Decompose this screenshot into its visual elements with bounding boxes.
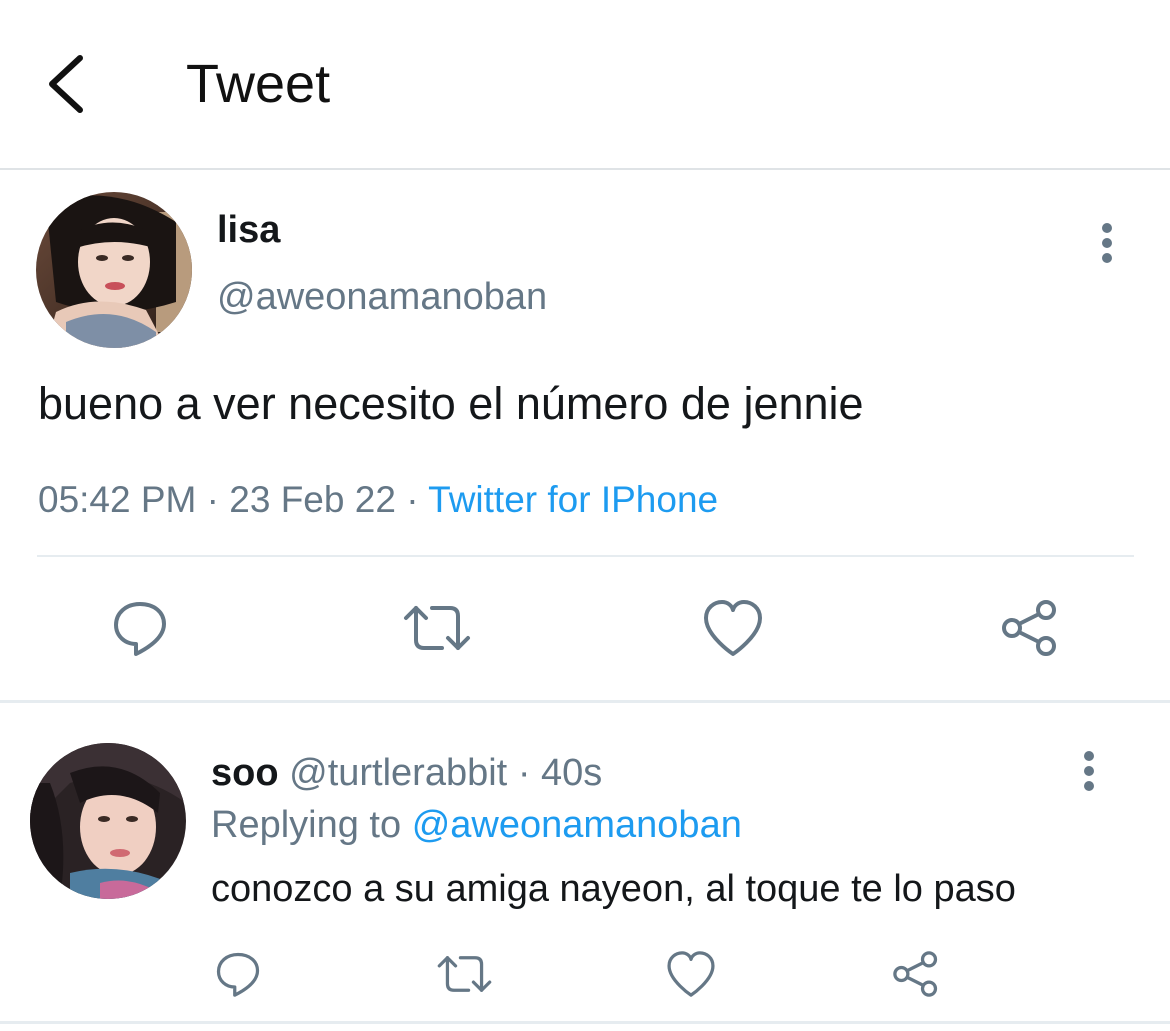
meta-separator: · — [206, 479, 219, 520]
divider — [37, 555, 1134, 557]
author-name[interactable]: lisa — [217, 208, 280, 252]
reply-icon — [216, 952, 260, 997]
top-bar: Tweet — [0, 0, 1170, 170]
reply-button[interactable] — [108, 596, 172, 665]
share-icon — [893, 951, 938, 997]
more-vertical-icon — [1102, 223, 1112, 263]
reply-retweet-button[interactable] — [436, 948, 493, 1005]
replying-to-link[interactable]: @aweonamanoban — [412, 804, 742, 846]
retweet-icon — [404, 606, 470, 650]
reply-author-handle[interactable]: @turtlerabbit — [289, 752, 507, 794]
reply-author-name[interactable]: soo — [211, 752, 279, 794]
meta-separator: · — [517, 752, 531, 794]
bottom-divider — [0, 1021, 1170, 1024]
share-icon — [1002, 600, 1056, 656]
tweet-time: 05:42 PM — [38, 479, 197, 520]
tweet-source-link[interactable]: Twitter for IPhone — [428, 479, 718, 520]
more-vertical-icon — [1084, 751, 1094, 791]
reply-icon — [114, 602, 166, 656]
reply-age: 40s — [541, 752, 603, 794]
author-handle[interactable]: @aweonamanoban — [217, 275, 547, 319]
tweet-detail-screen: Tweet lisa @aweonamanoban bueno a ver ne… — [0, 0, 1170, 1031]
reply-reply-button[interactable] — [212, 948, 264, 1005]
reply-like-button[interactable] — [664, 948, 718, 1005]
back-button[interactable] — [40, 52, 100, 116]
reply-more-options-button[interactable] — [1069, 742, 1109, 802]
retweet-button[interactable] — [402, 596, 472, 665]
reply-text: conozco a su amiga nayeon, al toque te l… — [211, 868, 1016, 910]
retweet-icon — [437, 956, 492, 992]
like-button[interactable] — [700, 596, 766, 665]
chevron-left-icon — [49, 55, 83, 113]
section-divider — [0, 700, 1170, 703]
reply-header: soo @turtlerabbit · 40s — [211, 750, 602, 796]
meta-separator: · — [406, 479, 419, 520]
page-title: Tweet — [186, 54, 331, 114]
tweet-date: 23 Feb 22 — [229, 479, 396, 520]
reply-share-button[interactable] — [890, 948, 942, 1005]
like-icon — [667, 951, 715, 997]
like-icon — [704, 600, 762, 656]
replying-to: Replying to @aweonamanoban — [211, 802, 742, 848]
tweet-meta: 05:42 PM · 23 Feb 22 · Twitter for IPhon… — [38, 478, 718, 522]
avatar[interactable] — [36, 192, 192, 348]
replying-prefix: Replying to — [211, 804, 402, 846]
share-button[interactable] — [998, 596, 1062, 665]
avatar[interactable] — [30, 743, 186, 899]
tweet-text: bueno a ver necesito el número de jennie — [38, 378, 864, 429]
more-options-button[interactable] — [1087, 214, 1127, 274]
